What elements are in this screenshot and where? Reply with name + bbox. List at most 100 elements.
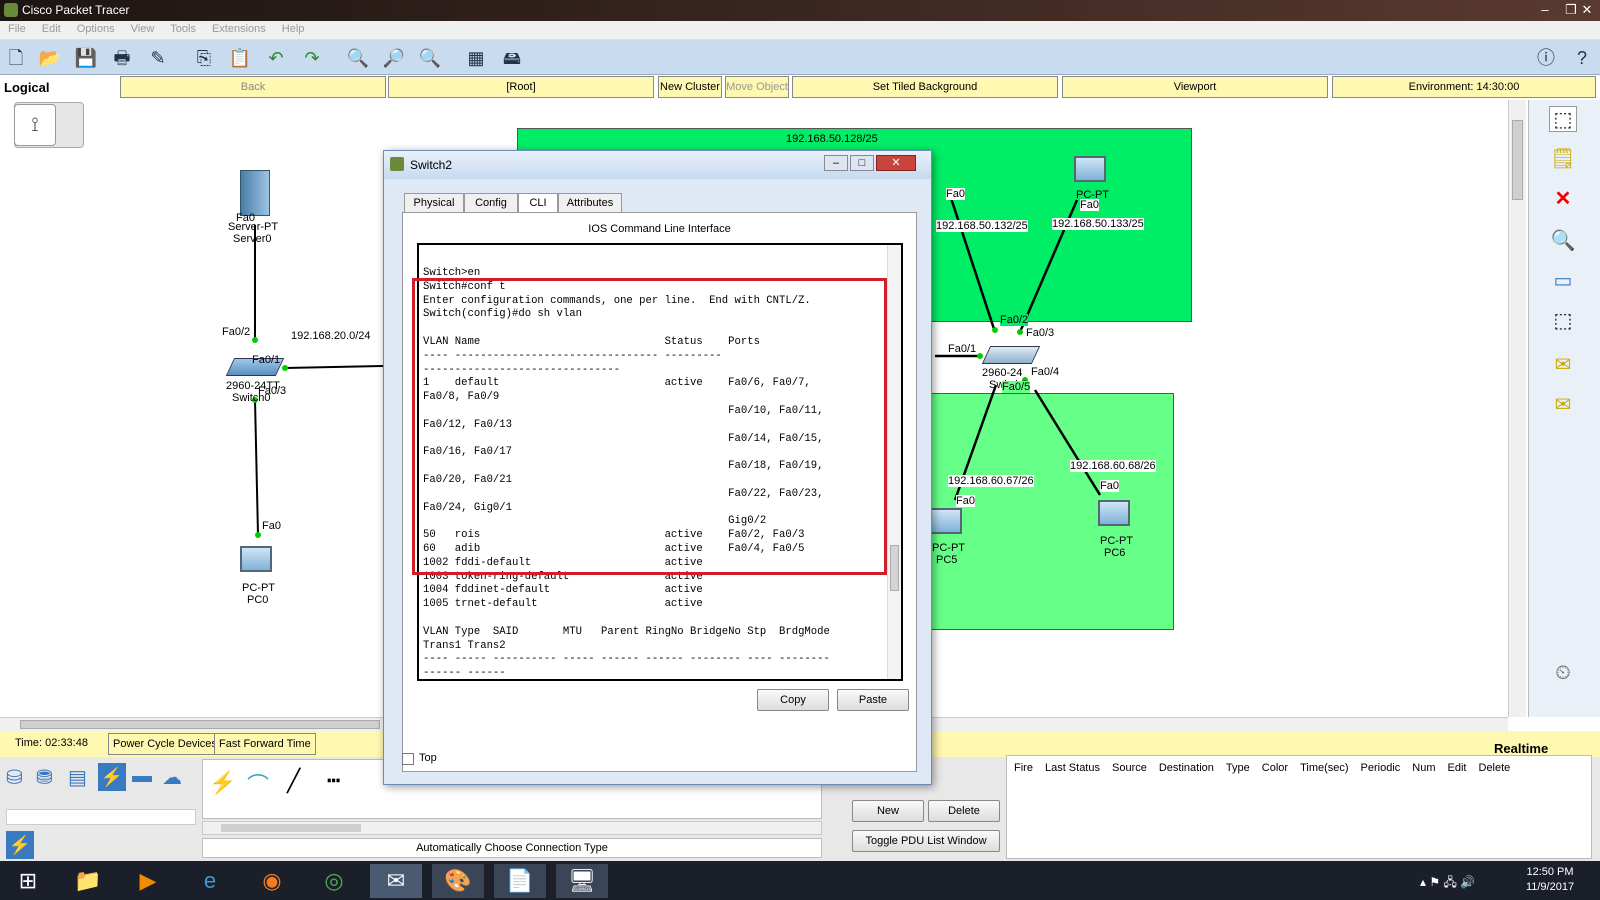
switch2-type-label: 2960-24 (982, 367, 1023, 379)
switches-category-icon[interactable]: ⛃ (36, 765, 53, 790)
toggle-pdu-list-button[interactable]: Toggle PDU List Window (852, 830, 1000, 852)
pdu-list-table: Fire Last Status Source Destination Type… (1006, 755, 1592, 859)
tray-icons[interactable]: ▴ ⚑ 🖧 🔊 (1420, 873, 1475, 894)
chrome-icon[interactable]: ◎ (308, 864, 360, 898)
back-button[interactable]: Back (120, 76, 386, 98)
remote-desktop-icon[interactable]: 🖥 (556, 864, 608, 898)
packet-tracer-icon[interactable]: ✉ (370, 864, 422, 898)
server-icon[interactable] (240, 170, 270, 216)
routers-category-icon[interactable]: ⛁ (6, 765, 23, 790)
menu-file[interactable]: File (0, 21, 34, 37)
straight-through-cable-icon[interactable]: ╱ (287, 768, 300, 794)
connections-category-icon[interactable]: ⚡ (98, 763, 126, 791)
save-icon[interactable]: 💾 (74, 46, 98, 70)
set-tiled-background-button[interactable]: Set Tiled Background (792, 76, 1058, 98)
switch-icon[interactable] (981, 346, 1041, 364)
sim-clock-icon[interactable]: ⏲ (1549, 660, 1577, 686)
paint-icon[interactable]: 🎨 (432, 864, 484, 898)
environment-button[interactable]: Environment: 14:30:00 (1332, 76, 1596, 98)
menu-help[interactable]: Help (274, 21, 313, 37)
new-cluster-button[interactable]: New Cluster (658, 76, 722, 98)
auto-connection-icon[interactable]: ⚡ (209, 770, 236, 796)
power-cycle-button[interactable]: Power Cycle Devices (108, 733, 222, 755)
firefox-icon[interactable]: ◉ (246, 864, 298, 898)
wan-emulation-category-icon[interactable]: ☁ (162, 765, 182, 790)
tab-config[interactable]: Config (464, 193, 518, 213)
activity-wizard-icon[interactable]: ✎ (146, 46, 170, 70)
undo-icon[interactable]: ↶ (264, 46, 288, 70)
crossover-cable-icon[interactable]: ┅ (327, 768, 340, 794)
top-checkbox[interactable] (402, 753, 414, 765)
redo-icon[interactable]: ↷ (300, 46, 324, 70)
add-complex-pdu-icon[interactable]: ✉ (1549, 392, 1577, 418)
cli-scrollbar[interactable] (887, 245, 901, 679)
media-player-icon[interactable]: ▶ (122, 864, 174, 898)
custom-device-icon[interactable]: 🖴 (500, 46, 524, 70)
console-cable-icon[interactable]: ⌒ (247, 768, 269, 800)
note-icon[interactable]: 🗒 (1549, 146, 1577, 172)
canvas-vertical-scrollbar[interactable] (1508, 100, 1526, 717)
scroll-thumb[interactable] (890, 545, 899, 591)
file-explorer-icon[interactable]: 📁 (62, 864, 114, 898)
copy-icon[interactable]: ⎘ (192, 46, 216, 70)
new-scenario-button[interactable]: New (852, 800, 924, 822)
menu-tools[interactable]: Tools (162, 21, 204, 37)
close-button[interactable]: ✕ (1575, 1, 1599, 19)
delete-icon[interactable]: ✕ (1549, 186, 1577, 212)
open-folder-icon[interactable]: 📂 (38, 46, 62, 70)
fast-forward-button[interactable]: Fast Forward Time (214, 733, 316, 755)
resize-shape-icon[interactable]: ⬚ (1549, 308, 1577, 334)
new-file-icon[interactable]: 🗋 (4, 46, 28, 70)
add-simple-pdu-icon[interactable]: ✉ (1549, 352, 1577, 378)
pdu-col-color: Color (1261, 762, 1289, 774)
copy-button[interactable]: Copy (757, 689, 829, 711)
scroll-thumb[interactable] (1512, 120, 1523, 200)
menu-edit[interactable]: Edit (34, 21, 69, 37)
menu-extensions[interactable]: Extensions (204, 21, 274, 37)
zoom-in-icon[interactable]: 🔍 (346, 46, 370, 70)
pdu-col-source: Source (1112, 762, 1147, 774)
draw-shape-icon[interactable]: ▭ (1549, 268, 1577, 294)
info-icon[interactable]: ⓘ (1534, 46, 1558, 70)
pc-icon[interactable] (930, 508, 962, 534)
pc5-name-label: PC5 (936, 554, 958, 566)
move-object-button[interactable]: Move Object (725, 76, 789, 98)
tab-physical[interactable]: Physical (404, 193, 464, 213)
server-name-label: Server0 (233, 233, 272, 245)
zoom-out-icon[interactable]: 🔍 (418, 46, 442, 70)
viewport-button[interactable]: Viewport (1062, 76, 1328, 98)
end-devices-category-icon[interactable]: ▬ (132, 765, 152, 788)
toolbar: 🗋 📂 💾 🖶 ✎ ⎘ 📋 ↶ ↷ 🔍 🔎 🔍 ▦ 🖴 ⓘ ? (0, 40, 1600, 75)
select-icon[interactable]: ⬚ (1549, 106, 1577, 132)
paste-button[interactable]: Paste (837, 689, 909, 711)
zoom-reset-icon[interactable]: 🔎 (382, 46, 406, 70)
tab-cli[interactable]: CLI (518, 193, 558, 213)
tab-attributes[interactable]: Attributes (558, 193, 622, 213)
workspace-bar: Logical Back [Root] New Cluster Move Obj… (0, 75, 1600, 100)
scroll-thumb[interactable] (20, 720, 380, 729)
menu-options[interactable]: Options (69, 21, 123, 37)
delete-scenario-button[interactable]: Delete (928, 800, 1000, 822)
menu-view[interactable]: View (123, 21, 163, 37)
scroll-thumb[interactable] (221, 824, 361, 832)
print-icon[interactable]: 🖶 (110, 46, 134, 70)
dialog-maximize-button[interactable]: □ (850, 155, 874, 171)
connection-types-scrollbar[interactable] (202, 821, 822, 835)
start-icon[interactable]: ⊞ (2, 864, 54, 898)
pc-icon[interactable] (1074, 156, 1106, 182)
pc-icon[interactable] (1098, 500, 1130, 526)
minimize-button[interactable]: – (1532, 1, 1558, 19)
hubs-category-icon[interactable]: ▤ (68, 765, 87, 790)
pc-icon[interactable] (240, 546, 272, 572)
inspect-icon[interactable]: 🔍 (1549, 228, 1577, 254)
help-icon[interactable]: ? (1570, 46, 1594, 70)
dialog-title-bar[interactable]: Switch2 – □ ✕ (384, 151, 931, 179)
dialog-minimize-button[interactable]: – (824, 155, 848, 171)
dialog-close-button[interactable]: ✕ (876, 155, 916, 171)
paste-icon[interactable]: 📋 (228, 46, 252, 70)
palette-icon[interactable]: ▦ (464, 46, 488, 70)
notepad-icon[interactable]: 📄 (494, 864, 546, 898)
internet-explorer-icon[interactable]: e (184, 864, 236, 898)
connections-icon[interactable]: ⚡ (6, 831, 34, 859)
pdu-col-last-status: Last Status (1044, 762, 1100, 774)
